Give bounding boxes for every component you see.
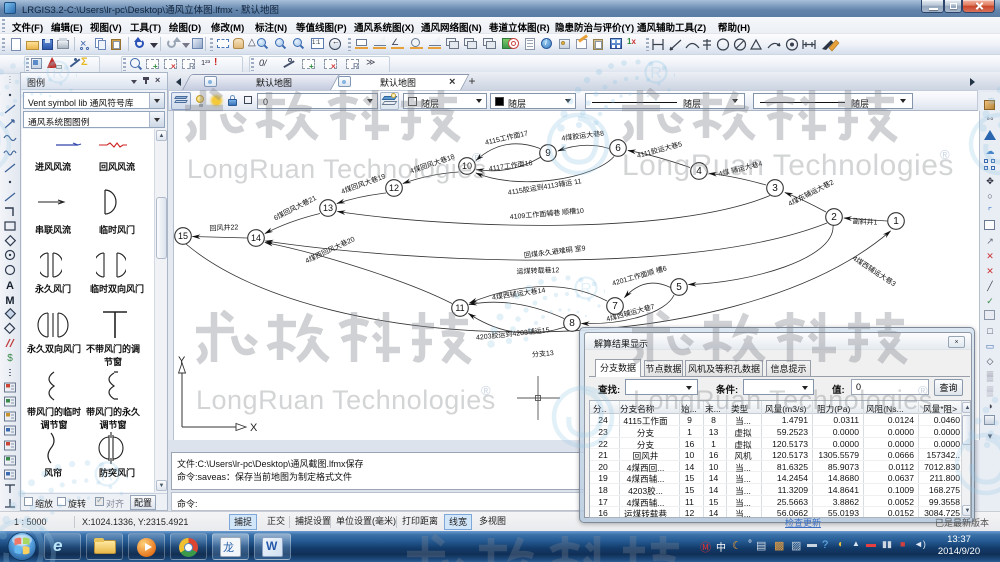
svg-text:X: X bbox=[250, 422, 258, 434]
svg-text:4115胶运到4113辅运 11: 4115胶运到4113辅运 11 bbox=[507, 176, 582, 197]
svg-text:9: 9 bbox=[545, 148, 551, 159]
svg-text:2: 2 bbox=[831, 212, 837, 223]
svg-text:5: 5 bbox=[676, 282, 682, 293]
svg-text:M: M bbox=[5, 295, 14, 307]
svg-text:10: 10 bbox=[462, 161, 472, 171]
svg-text:$: $ bbox=[7, 353, 13, 364]
svg-text:4煤 辅运大巷4: 4煤 辅运大巷4 bbox=[718, 159, 764, 179]
svg-text:6煤回风大巷21: 6煤回风大巷21 bbox=[272, 193, 318, 222]
svg-text:4109工作面辅巷 顺槽10: 4109工作面辅巷 顺槽10 bbox=[509, 206, 584, 221]
svg-text:分支13: 分支13 bbox=[532, 348, 555, 359]
svg-text:运煤转载巷12: 运煤转载巷12 bbox=[516, 265, 559, 275]
svg-text:4111胶运大巷5: 4111胶运大巷5 bbox=[636, 139, 683, 160]
svg-text:7: 7 bbox=[612, 301, 618, 312]
svg-text:4煤西回风大巷20: 4煤西回风大巷20 bbox=[304, 234, 357, 265]
svg-text:8: 8 bbox=[569, 318, 575, 329]
svg-text:A: A bbox=[6, 280, 14, 292]
svg-text:12: 12 bbox=[389, 183, 399, 193]
svg-text:4煤回风大巷19: 4煤回风大巷19 bbox=[340, 171, 387, 195]
svg-text:13: 13 bbox=[323, 203, 333, 213]
svg-text:4煤胶运大巷8: 4煤胶运大巷8 bbox=[561, 128, 605, 142]
svg-text:4煤西辅运大巷14: 4煤西辅运大巷14 bbox=[491, 285, 546, 301]
svg-text:4煤东辅运大巷2: 4煤东辅运大巷2 bbox=[787, 177, 836, 208]
svg-text:15: 15 bbox=[178, 231, 188, 241]
svg-text:回煤永久避难硐 室9: 回煤永久避难硐 室9 bbox=[523, 243, 586, 259]
svg-text:Y: Y bbox=[178, 355, 186, 367]
svg-text:回风井22: 回风井22 bbox=[209, 222, 238, 232]
svg-text:4201工作面顺 槽6: 4201工作面顺 槽6 bbox=[611, 263, 668, 287]
svg-text:3: 3 bbox=[772, 183, 778, 194]
svg-text:4203胶运到4203辅运15: 4203胶运到4203辅运15 bbox=[476, 325, 551, 342]
svg-text:1: 1 bbox=[893, 216, 899, 227]
svg-text:11: 11 bbox=[455, 303, 464, 313]
svg-text:4117工作面16: 4117工作面16 bbox=[488, 158, 533, 173]
svg-text:4: 4 bbox=[696, 166, 702, 177]
svg-text:4煤西辅运大巷3: 4煤西辅运大巷3 bbox=[851, 254, 898, 289]
svg-text:副斜井1: 副斜井1 bbox=[852, 216, 877, 226]
svg-text:4煤回风大巷18: 4煤回风大巷18 bbox=[409, 152, 456, 176]
svg-text:6: 6 bbox=[615, 143, 621, 154]
svg-text:14: 14 bbox=[251, 233, 261, 243]
